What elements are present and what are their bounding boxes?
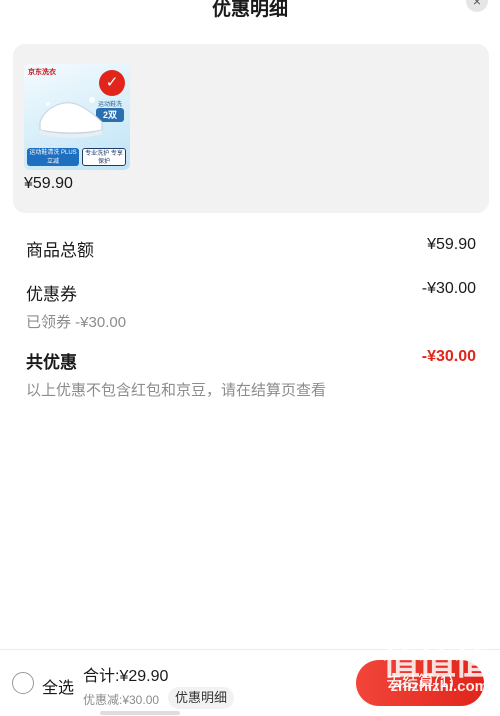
sheet-header: 优惠明细 × [0, 0, 500, 30]
sneaker-icon [39, 97, 103, 138]
subtotal-row: 商品总额 ¥59.90 [26, 236, 476, 262]
select-all-label[interactable]: 全选 [42, 674, 74, 698]
thumbnail-brand-text: 京东洗衣 [28, 69, 56, 76]
select-all-radio[interactable] [12, 672, 34, 694]
order-total: 合计:¥29.90 [83, 668, 169, 685]
thumbnail-care-chip: 专业洗护 专享保护 [82, 148, 126, 166]
total-discount-row: 共优惠 -¥30.00 [26, 348, 476, 374]
subtotal-label: 商品总额 [26, 241, 94, 260]
checkout-bar: 全选 合计:¥29.90 优惠减:¥30.00 优惠明细 去结算(1) [0, 649, 500, 716]
product-card: 京东洗衣 ✓ 运动鞋洗 2双 运动鞋清洗 PLUS立减 专业洗护 专享保护 ¥5… [13, 44, 489, 213]
product-thumbnail[interactable]: 京东洗衣 ✓ 运动鞋洗 2双 运动鞋清洗 PLUS立减 专业洗护 专享保护 [24, 64, 130, 170]
coupon-label: 优惠券 [26, 285, 77, 304]
thumbnail-plus-chip: 运动鞋清洗 PLUS立减 [27, 148, 79, 166]
checkout-button[interactable]: 去结算(1) [356, 660, 484, 706]
product-price: ¥59.90 [24, 175, 73, 192]
subtotal-amount: ¥59.90 [427, 236, 476, 253]
sheet-title: 优惠明细 [211, 0, 288, 20]
home-indicator [100, 711, 180, 715]
total-discount-label: 共优惠 [26, 353, 77, 372]
coupon-amount: -¥30.00 [421, 280, 476, 297]
discount-detail-button[interactable]: 优惠明细 [168, 687, 235, 709]
discount-disclaimer: 以上优惠不包含红包和京豆，请在结算页查看 [26, 382, 327, 399]
coupon-row: 优惠券 -¥30.00 [26, 280, 476, 306]
coupon-note: 已领券 -¥30.00 [26, 314, 127, 331]
discount-summary: 优惠减:¥30.00 [83, 693, 160, 707]
total-discount-amount: -¥30.00 [421, 348, 476, 365]
close-icon: × [472, 0, 482, 9]
